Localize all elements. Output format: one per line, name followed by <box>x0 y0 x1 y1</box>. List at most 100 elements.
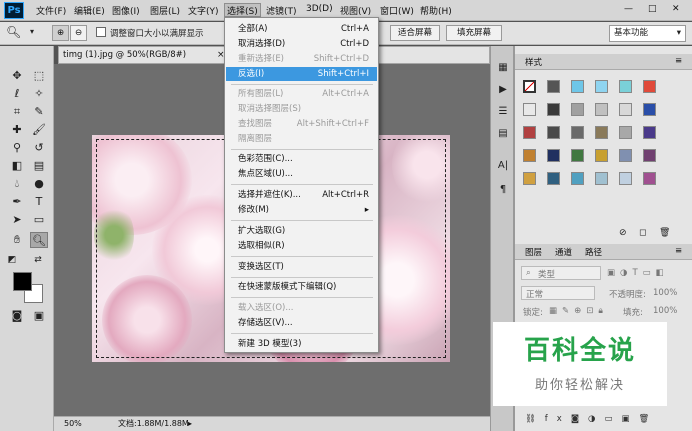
style-swatch[interactable] <box>619 172 632 185</box>
menu-quick-mask[interactable]: 在快速蒙版模式下编辑(Q) <box>226 280 377 294</box>
tab-styles[interactable]: 样式 <box>525 56 542 68</box>
path-select-icon[interactable]: ➤ <box>8 212 26 228</box>
screen-mode-icon[interactable]: ▣ <box>30 308 48 324</box>
style-swatch[interactable] <box>571 172 584 185</box>
fill-screen-button[interactable]: 填充屏幕 <box>446 25 502 41</box>
menu-window[interactable]: 窗口(W) <box>380 4 414 17</box>
panel-menu-icon[interactable]: ≡ <box>675 246 682 256</box>
menu-help[interactable]: 帮助(H) <box>420 4 452 17</box>
style-swatch[interactable] <box>595 172 608 185</box>
style-swatch[interactable] <box>619 149 632 162</box>
menu-deselect[interactable]: 取消选择(D) Ctrl+D <box>226 37 377 51</box>
zoom-out-button[interactable]: ⊖ <box>70 25 87 41</box>
style-swatch[interactable] <box>547 103 560 116</box>
style-swatch[interactable] <box>595 149 608 162</box>
maximize-button[interactable]: □ <box>648 4 657 14</box>
menu-type[interactable]: 文字(Y) <box>188 4 219 17</box>
menu-grow[interactable]: 扩大选取(G) <box>226 224 377 238</box>
layer-filter-select[interactable]: ⌕ 类型 <box>521 266 601 280</box>
style-swatch[interactable] <box>547 149 560 162</box>
menu-file[interactable]: 文件(F) <box>36 4 66 17</box>
magic-wand-icon[interactable]: ✧ <box>30 86 48 102</box>
style-swatch[interactable] <box>595 103 608 116</box>
clone-stamp-icon[interactable]: ⚲ <box>8 140 26 156</box>
properties-panel-icon[interactable]: ▤ <box>495 126 511 142</box>
new-style-icon[interactable]: ◻ <box>639 228 646 238</box>
tab-paths[interactable]: 路径 <box>585 246 602 258</box>
style-swatch[interactable] <box>547 80 560 93</box>
style-swatch[interactable] <box>643 80 656 93</box>
style-swatch[interactable] <box>619 126 632 139</box>
style-swatch[interactable] <box>523 80 536 93</box>
menu-select-all[interactable]: 全部(A) Ctrl+A <box>226 22 377 36</box>
shape-tool-icon[interactable]: ▭ <box>30 212 48 228</box>
menu-select[interactable]: 选择(S) <box>224 3 261 17</box>
menu-select-and-mask[interactable]: 选择并遮住(K)... Alt+Ctrl+R <box>226 188 377 202</box>
style-swatch[interactable] <box>595 80 608 93</box>
eyedropper-icon[interactable]: ✎ <box>30 104 48 120</box>
tab-channels[interactable]: 通道 <box>555 246 572 258</box>
brush-tool-icon[interactable]: 🖌︎ <box>30 122 48 138</box>
zoom-in-button[interactable]: ⊕ <box>52 25 69 41</box>
pen-tool-icon[interactable]: ✒ <box>8 194 26 210</box>
blur-tool-icon[interactable]: 💧︎ <box>8 176 26 192</box>
menu-3d[interactable]: 3D(D) <box>306 4 333 14</box>
panel-menu-icon[interactable]: ≡ <box>675 56 682 66</box>
style-swatch[interactable] <box>571 80 584 93</box>
zoom-icon[interactable]: 🔍︎ <box>6 25 21 39</box>
style-swatch[interactable] <box>547 126 560 139</box>
style-swatch[interactable] <box>523 172 536 185</box>
menu-view[interactable]: 视图(V) <box>340 4 371 17</box>
swap-colors-icon[interactable]: ⇄ <box>32 252 44 268</box>
workspace-select[interactable]: 基本功能 ▾ <box>609 25 686 42</box>
style-swatch[interactable] <box>547 172 560 185</box>
style-swatch[interactable] <box>619 80 632 93</box>
tab-layers[interactable]: 图层 <box>525 246 542 258</box>
style-swatch[interactable] <box>571 103 584 116</box>
style-swatch[interactable] <box>643 103 656 116</box>
type-tool-icon[interactable]: T <box>30 194 48 210</box>
menu-transform-selection[interactable]: 变换选区(T) <box>226 260 377 274</box>
healing-brush-icon[interactable]: ✚ <box>8 122 26 138</box>
style-swatch[interactable] <box>523 103 536 116</box>
lasso-tool-icon[interactable]: ℓ <box>8 86 26 102</box>
gradient-icon[interactable]: ▤ <box>30 158 48 174</box>
style-swatch[interactable] <box>523 149 536 162</box>
menu-image[interactable]: 图像(I) <box>112 4 140 17</box>
style-swatch[interactable] <box>643 126 656 139</box>
trash-icon[interactable]: 🗑︎ <box>659 228 670 238</box>
character-panel-icon[interactable]: A| <box>495 158 511 174</box>
foreground-color-swatch[interactable] <box>13 272 32 291</box>
marquee-tool-icon[interactable]: ⬚ <box>30 68 48 84</box>
history-panel-icon[interactable]: ▦ <box>495 60 511 76</box>
no-style-icon[interactable]: ⊘ <box>619 228 627 238</box>
zoom-tool-icon[interactable]: 🔍︎ <box>30 232 48 248</box>
move-tool-icon[interactable]: ✥ <box>8 68 26 84</box>
zoom-level[interactable]: 50% <box>64 417 82 430</box>
style-swatch[interactable] <box>619 103 632 116</box>
style-swatch[interactable] <box>523 126 536 139</box>
style-swatch[interactable] <box>643 172 656 185</box>
crop-tool-icon[interactable]: ⌗ <box>8 104 26 120</box>
menu-similar[interactable]: 选取相似(R) <box>226 239 377 253</box>
opacity-value[interactable]: 100% <box>653 288 677 298</box>
chevron-right-icon[interactable]: ▸ <box>188 417 192 430</box>
paragraph-panel-icon[interactable]: ¶ <box>495 182 511 198</box>
lock-icons[interactable]: ▦✎⊕⊡🔒︎ <box>549 306 608 316</box>
menu-layer[interactable]: 图层(L) <box>150 4 180 17</box>
history-brush-icon[interactable]: ↺ <box>30 140 48 156</box>
menu-color-range[interactable]: 色彩范围(C)... <box>226 152 377 166</box>
minimize-button[interactable]: — <box>624 4 633 14</box>
fill-value[interactable]: 100% <box>653 306 677 316</box>
blend-mode-select[interactable]: 正常 <box>521 286 595 300</box>
fit-screen-button[interactable]: 适合屏幕 <box>390 25 440 41</box>
eraser-icon[interactable]: ◧ <box>8 158 26 174</box>
menu-new-3d-model[interactable]: 新建 3D 模型(3) <box>226 337 377 351</box>
close-button[interactable]: ✕ <box>672 4 680 14</box>
dodge-tool-icon[interactable]: ● <box>30 176 48 192</box>
style-swatch[interactable] <box>643 149 656 162</box>
layer-filter-icons[interactable]: ▣◑T▭◧ <box>607 268 669 278</box>
default-colors-icon[interactable]: ◩ <box>6 252 18 268</box>
hand-tool-icon[interactable]: ✋︎ <box>8 232 26 248</box>
menu-save-selection[interactable]: 存储选区(V)... <box>226 316 377 330</box>
